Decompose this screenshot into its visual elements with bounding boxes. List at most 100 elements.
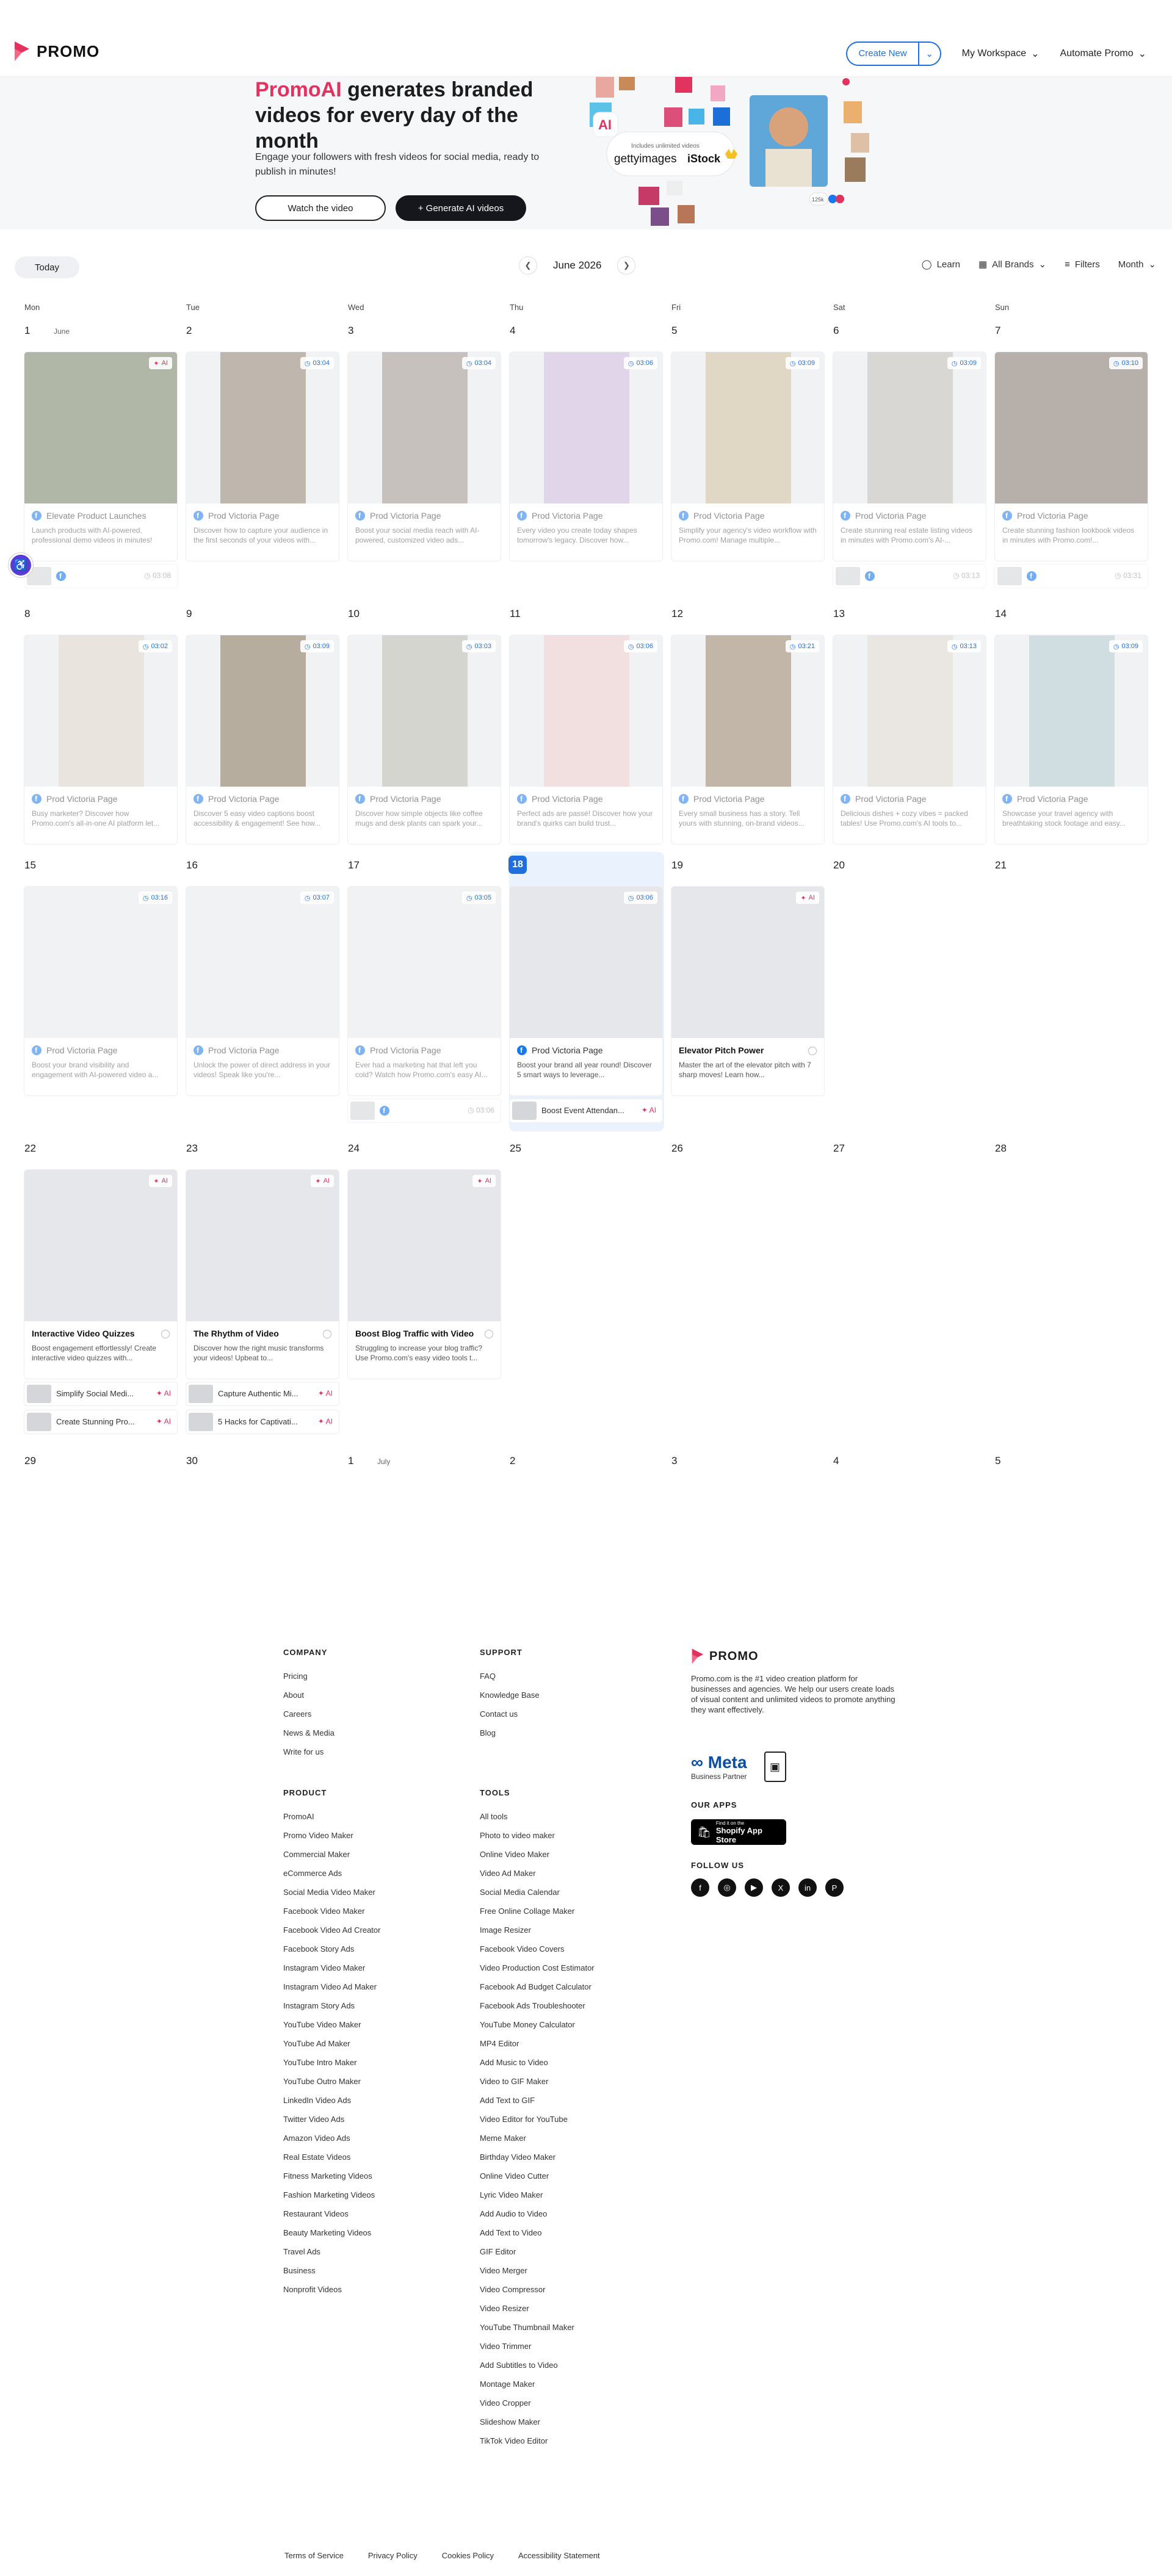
my-workspace-menu[interactable]: My Workspace ⌄ xyxy=(962,48,1040,60)
learn-button[interactable]: ◯ Learn xyxy=(922,259,960,270)
footer-link[interactable]: Social Media Video Maker xyxy=(283,1883,380,1902)
footer-link[interactable]: Fitness Marketing Videos xyxy=(283,2167,380,2185)
footer-link[interactable]: Business xyxy=(283,2261,380,2280)
footer-link[interactable]: Contact us xyxy=(480,1705,540,1723)
sub-post-row[interactable]: ◷ 03:08 xyxy=(24,564,178,588)
video-card[interactable]: ◷03:06 Prod Victoria Page Perfect ads are … xyxy=(509,635,663,845)
video-card[interactable]: ◷03:04 Prod Victoria Page Discover how to … xyxy=(186,352,339,561)
footer-link[interactable]: Video Cropper xyxy=(480,2394,595,2412)
youtube-icon[interactable]: ▶ xyxy=(745,1878,763,1897)
footer-link[interactable]: News & Media xyxy=(283,1723,335,1742)
footer-link[interactable]: GIF Editor xyxy=(480,2242,595,2261)
footer-link[interactable]: Facebook Video Covers xyxy=(480,1939,595,1958)
legal-link[interactable]: Terms of Service xyxy=(284,2551,344,2560)
video-thumbnail[interactable] xyxy=(510,887,662,1038)
footer-link[interactable]: Photo to video maker xyxy=(480,1826,595,1845)
footer-link[interactable]: Instagram Video Maker xyxy=(283,1958,380,1977)
footer-link[interactable]: eCommerce Ads xyxy=(283,1864,380,1883)
legal-link[interactable]: Cookies Policy xyxy=(442,2551,494,2560)
footer-link[interactable]: Blog xyxy=(480,1723,540,1742)
video-card[interactable]: ✦ AI Elevator Pitch Power Master the art of… xyxy=(671,886,825,1096)
sub-post-row[interactable]: ◷ 03:06 xyxy=(347,1099,501,1123)
footer-link[interactable]: Twitter Video Ads xyxy=(283,2110,380,2129)
footer-link[interactable]: Fashion Marketing Videos xyxy=(283,2185,380,2204)
view-dropdown[interactable]: Month ⌄ xyxy=(1118,259,1156,270)
footer-link[interactable]: Nonprofit Videos xyxy=(283,2280,380,2299)
video-card[interactable]: ◷03:07 Prod Victoria Page Unlock the power… xyxy=(186,886,339,1096)
footer-link[interactable]: Travel Ads xyxy=(283,2242,380,2261)
footer-link[interactable]: Facebook Video Ad Creator xyxy=(283,1921,380,1939)
chevron-down-icon[interactable]: ⌄ xyxy=(917,43,940,65)
footer-link[interactable]: Pricing xyxy=(283,1667,335,1686)
footer-link[interactable]: Video Merger xyxy=(480,2261,595,2280)
video-card[interactable]: ◷03:10 Prod Victoria Page Create stunning … xyxy=(994,352,1148,561)
footer-link[interactable]: TikTok Video Editor xyxy=(480,2431,595,2450)
video-card[interactable]: ◷03:06 Prod Victoria Page Boost your brand… xyxy=(509,886,663,1096)
footer-link[interactable]: YouTube Ad Maker xyxy=(283,2034,380,2053)
footer-link[interactable]: FAQ xyxy=(480,1667,540,1686)
footer-link[interactable]: YouTube Video Maker xyxy=(283,2015,380,2034)
footer-link[interactable]: Add Text to Video xyxy=(480,2223,595,2242)
info-icon[interactable] xyxy=(323,1330,331,1338)
footer-link[interactable]: MP4 Editor xyxy=(480,2034,595,2053)
footer-link[interactable]: Write for us xyxy=(283,1742,335,1761)
footer-link[interactable]: Free Online Collage Maker xyxy=(480,1902,595,1921)
footer-link[interactable]: YouTube Intro Maker xyxy=(283,2053,380,2072)
footer-link[interactable]: Video Resizer xyxy=(480,2299,595,2318)
video-card[interactable]: ✦AI Elevate Product Launches Launch produc… xyxy=(24,352,178,561)
footer-link[interactable]: Video Compressor xyxy=(480,2280,595,2299)
video-thumbnail[interactable] xyxy=(24,1170,177,1321)
video-thumbnail[interactable] xyxy=(348,1170,501,1321)
video-card[interactable]: ✦ AI Interactive Video Quizzes Boost engage… xyxy=(24,1169,178,1379)
footer-link[interactable]: Add Text to GIF xyxy=(480,2091,595,2110)
pinterest-icon[interactable]: P xyxy=(825,1878,844,1897)
video-card[interactable]: ◷03:03 Prod Victoria Page Discover how sim… xyxy=(347,635,501,845)
video-card[interactable]: ◷03:09 Prod Victoria Page Create stunning … xyxy=(833,352,986,561)
footer-link[interactable]: Beauty Marketing Videos xyxy=(283,2223,380,2242)
sub-post-row[interactable]: Create Stunning Pro... ✦ AI xyxy=(24,1410,178,1434)
footer-link[interactable]: Image Resizer xyxy=(480,1921,595,1939)
footer-link[interactable]: Social Media Calendar xyxy=(480,1883,595,1902)
sub-post-row[interactable]: Simplify Social Medi... ✦ AI xyxy=(24,1382,178,1406)
footer-link[interactable]: Online Video Maker xyxy=(480,1845,595,1864)
footer-link[interactable]: Restaurant Videos xyxy=(283,2204,380,2223)
video-card[interactable]: ◷03:06 Prod Victoria Page Every video you … xyxy=(509,352,663,561)
footer-link[interactable]: Facebook Video Maker xyxy=(283,1902,380,1921)
video-card[interactable]: ◷03:05 Prod Victoria Page Ever had a marke… xyxy=(347,886,501,1096)
footer-link[interactable]: Facebook Ads Troubleshooter xyxy=(480,1996,595,2015)
video-card[interactable]: ◷03:21 Prod Victoria Page Every small busi… xyxy=(671,635,825,845)
sub-post-row[interactable]: ◷ 03:13 xyxy=(833,564,986,588)
promo-logo[interactable]: PROMO xyxy=(13,40,99,62)
footer-link[interactable]: Commercial Maker xyxy=(283,1845,380,1864)
footer-link[interactable]: Instagram Video Ad Maker xyxy=(283,1977,380,1996)
footer-link[interactable]: Video Editor for YouTube xyxy=(480,2110,595,2129)
legal-link[interactable]: Accessibility Statement xyxy=(518,2551,600,2560)
footer-link[interactable]: Knowledge Base xyxy=(480,1686,540,1705)
video-card[interactable]: ◷03:13 Prod Victoria Page Delicious dishes… xyxy=(833,635,986,845)
all-brands-dropdown[interactable]: ▦ All Brands ⌄ xyxy=(978,259,1046,270)
accessibility-icon[interactable]: ♿ xyxy=(9,553,33,577)
automate-promo-menu[interactable]: Automate Promo ⌄ xyxy=(1060,48,1146,60)
info-icon[interactable] xyxy=(485,1330,493,1338)
footer-link[interactable]: Montage Maker xyxy=(480,2375,595,2394)
footer-link[interactable]: Add Audio to Video xyxy=(480,2204,595,2223)
footer-link[interactable]: Careers xyxy=(283,1705,335,1723)
footer-link[interactable]: Video Ad Maker xyxy=(480,1864,595,1883)
video-card[interactable]: ✦ AI The Rhythm of Video Discover how the r… xyxy=(186,1169,339,1379)
legal-link[interactable]: Privacy Policy xyxy=(368,2551,418,2560)
footer-link[interactable]: YouTube Outro Maker xyxy=(283,2072,380,2091)
filters-button[interactable]: ≡ Filters xyxy=(1065,259,1100,270)
footer-link[interactable]: Instagram Story Ads xyxy=(283,1996,380,2015)
video-card[interactable]: ◷03:02 Prod Victoria Page Busy marketer? D… xyxy=(24,635,178,845)
footer-link[interactable]: LinkedIn Video Ads xyxy=(283,2091,380,2110)
linkedin-icon[interactable]: in xyxy=(798,1878,817,1897)
watch-video-button[interactable]: Watch the video xyxy=(255,195,386,221)
chevron-right-icon[interactable]: ❯ xyxy=(617,256,636,275)
footer-link[interactable]: YouTube Money Calculator xyxy=(480,2015,595,2034)
sub-post-row[interactable]: Capture Authentic Mi... ✦ AI xyxy=(186,1382,339,1406)
sub-post-row[interactable]: Boost Event Attendan... ✦ AI xyxy=(509,1099,663,1123)
info-icon[interactable] xyxy=(161,1330,170,1338)
footer-link[interactable]: PromoAI xyxy=(283,1807,380,1826)
video-card[interactable]: ◷03:09 Prod Victoria Page Discover 5 easy … xyxy=(186,635,339,845)
footer-link[interactable]: About xyxy=(283,1686,335,1705)
